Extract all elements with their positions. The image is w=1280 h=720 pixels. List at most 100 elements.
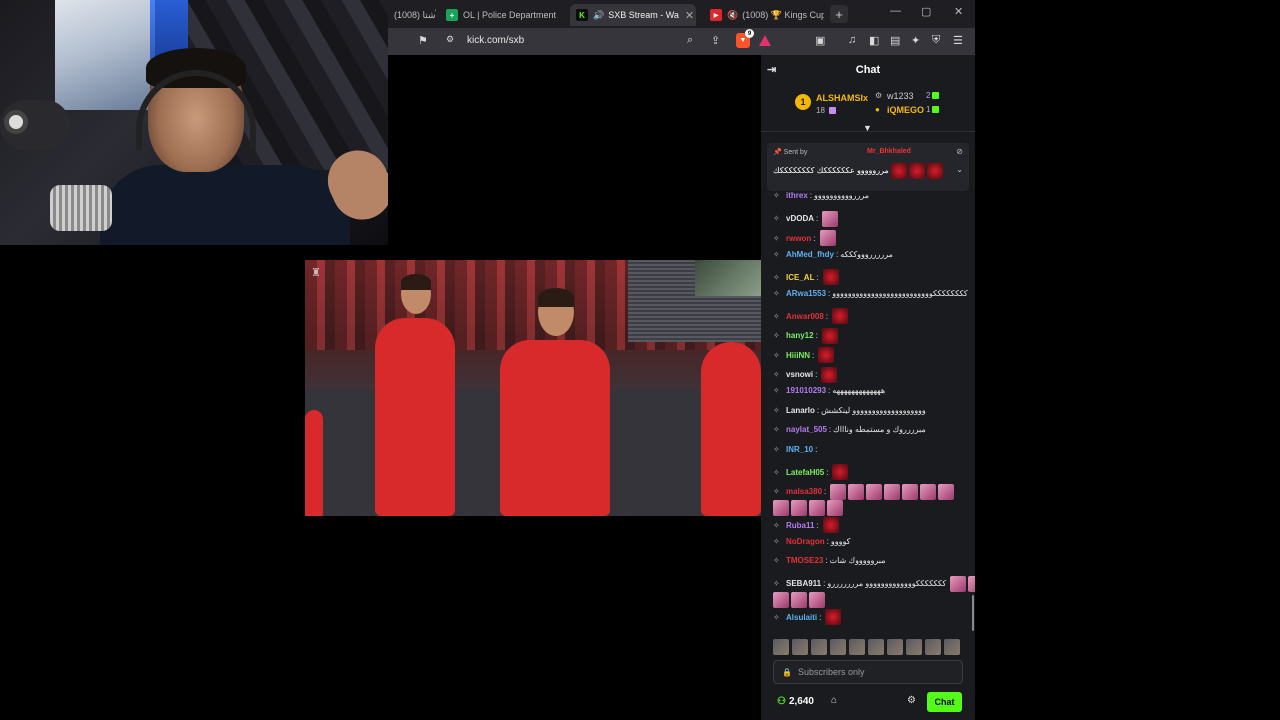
muted-icon[interactable]: 🔇 — [727, 10, 738, 21]
chat-text: كوووو — [830, 536, 851, 546]
chat-username[interactable]: Anwar008 — [786, 312, 824, 321]
emote[interactable] — [773, 499, 789, 516]
emote-button[interactable] — [906, 639, 922, 655]
close-tab-icon[interactable]: ✕ — [679, 9, 694, 22]
emote[interactable] — [822, 517, 839, 533]
menu-icon[interactable]: ☰ — [953, 34, 963, 47]
chat-scrollbar[interactable] — [972, 595, 974, 631]
gear-icon[interactable]: ⚙ — [907, 695, 916, 706]
chat-username[interactable]: INR_10 — [786, 445, 813, 454]
emote-button[interactable] — [925, 639, 941, 655]
emote-button[interactable] — [887, 639, 903, 655]
emote[interactable] — [920, 483, 937, 500]
chevron-down-icon[interactable]: ⌄ — [956, 165, 963, 174]
emote[interactable] — [827, 499, 843, 516]
send-chat-button[interactable]: Chat — [927, 692, 962, 712]
emote[interactable] — [819, 230, 836, 246]
emote[interactable] — [902, 483, 919, 500]
emote-button[interactable] — [830, 639, 846, 655]
emote-button[interactable] — [849, 639, 865, 655]
chat-username[interactable]: Ruba11 — [786, 521, 814, 530]
tab-youtube-1[interactable]: (1008) الأشتا — [388, 4, 436, 26]
media-icon[interactable]: ♫ — [848, 34, 856, 46]
gifter-3-name[interactable]: iQMEGO — [887, 105, 924, 115]
emote[interactable] — [822, 269, 839, 285]
sidebar-icon[interactable]: ◧ — [869, 34, 879, 47]
emote[interactable] — [950, 575, 967, 592]
emote[interactable] — [825, 609, 842, 625]
emote[interactable] — [884, 483, 901, 500]
chat-username[interactable]: vsnowi — [786, 370, 813, 379]
emote[interactable] — [866, 483, 883, 500]
unpin-icon[interactable]: ⊘ — [956, 147, 963, 156]
emote[interactable] — [809, 591, 825, 608]
url-field[interactable]: kick.com/sxb — [467, 35, 524, 46]
expand-pinned-icon[interactable]: ▼ — [863, 123, 872, 133]
tab-kings-cup[interactable]: ▶ 🔇 (1008) 🏆 Kings Cup — [704, 4, 824, 26]
emote[interactable] — [832, 308, 849, 324]
minimize-icon[interactable]: — — [890, 5, 901, 17]
emote[interactable] — [968, 575, 975, 592]
emote[interactable] — [832, 464, 849, 480]
emote-button[interactable] — [944, 639, 960, 655]
chat-username[interactable]: Alsulaiti — [786, 613, 817, 622]
store-icon[interactable]: ⌂ — [831, 695, 837, 706]
emote-button[interactable] — [773, 639, 789, 655]
emote[interactable] — [791, 591, 807, 608]
bookmark-icon[interactable]: ⚑ — [418, 34, 428, 47]
chat-input[interactable]: 🔒 Subscribers only — [773, 660, 963, 684]
leo-icon[interactable]: ✦ — [911, 34, 920, 47]
emote[interactable] — [821, 327, 838, 344]
emote[interactable] — [791, 499, 807, 516]
brave-rewards-icon[interactable] — [759, 35, 771, 46]
chat-username[interactable]: malsa380 — [786, 487, 822, 496]
speaker-icon[interactable]: 🔊 — [593, 10, 604, 21]
maximize-icon[interactable]: ▢ — [921, 5, 931, 18]
emote[interactable] — [938, 483, 955, 500]
separator: : — [816, 214, 819, 223]
gifter-1-name[interactable]: ALSHAMSIx — [816, 93, 868, 103]
chat-username[interactable]: naylat_505 — [786, 425, 827, 434]
video-player[interactable]: ♜ — [305, 260, 761, 516]
chat-username[interactable]: ARwa1553 — [786, 289, 826, 298]
brave-shields-icon[interactable]: ▼ 9 — [736, 29, 754, 48]
wallet-icon[interactable]: ▤ — [890, 34, 900, 47]
pinned-sender[interactable]: Mr_Bhkhaled — [867, 148, 911, 155]
vpn-icon[interactable]: ⛨ — [932, 34, 940, 47]
emote[interactable] — [848, 483, 865, 500]
new-tab-button[interactable]: + — [830, 5, 848, 23]
user-badge-icon: ✧ — [773, 350, 780, 360]
chat-username[interactable]: vDODA — [786, 214, 814, 223]
emote[interactable] — [822, 210, 839, 227]
tab-police-department[interactable]: + OL | Police Department — [440, 4, 560, 26]
player-right — [701, 342, 761, 516]
chat-username[interactable]: LatefaH05 — [786, 468, 824, 477]
chat-username[interactable]: TMOSE23 — [786, 556, 823, 565]
chat-username[interactable]: AhMed_fhdy — [786, 250, 834, 259]
zoom-icon[interactable]: ⌕ — [687, 34, 693, 47]
emote-button[interactable] — [792, 639, 808, 655]
gifter-2-name[interactable]: w1233 — [887, 91, 914, 101]
chat-username[interactable]: HiiiNN — [786, 351, 810, 360]
emote-button[interactable] — [811, 639, 827, 655]
chat-username[interactable]: NoDragon — [786, 537, 825, 546]
emote[interactable] — [821, 366, 838, 383]
emote[interactable] — [830, 483, 847, 500]
share-icon[interactable]: ⇪ — [711, 34, 720, 47]
emote[interactable] — [773, 591, 789, 608]
chat-username[interactable]: ithrex — [786, 191, 808, 200]
collapse-chat-icon[interactable]: ⇥ — [767, 63, 776, 76]
tab-sxb-stream[interactable]: K 🔊 SXB Stream - Wa ✕ — [570, 4, 696, 26]
chat-username[interactable]: SEBA911 — [786, 579, 821, 588]
emote[interactable] — [818, 347, 835, 363]
cast-icon[interactable]: ▣ — [815, 34, 825, 47]
close-window-icon[interactable]: ✕ — [954, 5, 963, 18]
chat-username[interactable]: Lanarlo — [786, 406, 815, 415]
site-settings-icon[interactable]: ⚙ — [446, 34, 454, 45]
emote-button[interactable] — [868, 639, 884, 655]
chat-username[interactable]: ICE_AL — [786, 273, 814, 282]
chat-username[interactable]: 191010293 — [786, 386, 826, 395]
emote[interactable] — [809, 499, 825, 516]
chat-username[interactable]: hany12 — [786, 331, 814, 340]
chat-username[interactable]: rwwon — [786, 234, 811, 243]
